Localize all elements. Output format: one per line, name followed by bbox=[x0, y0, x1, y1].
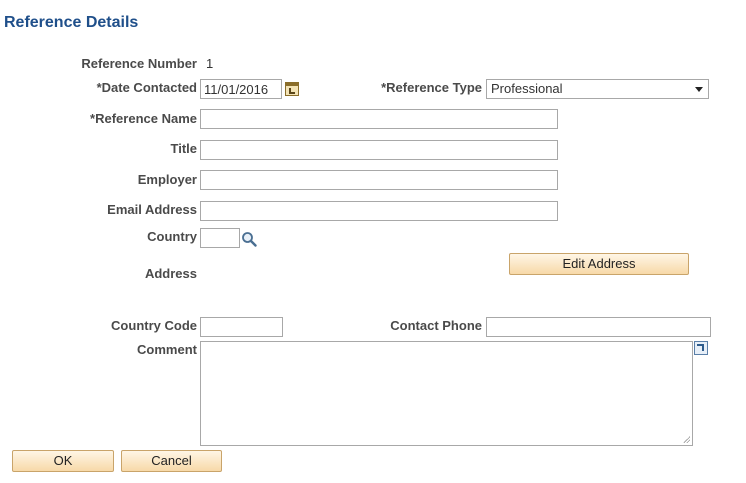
contact-phone-input[interactable] bbox=[486, 317, 711, 337]
country-code-input[interactable] bbox=[200, 317, 283, 337]
country-label: Country bbox=[147, 229, 197, 244]
country-input[interactable] bbox=[200, 228, 240, 248]
chevron-down-icon bbox=[695, 87, 703, 92]
reference-name-label: *Reference Name bbox=[90, 111, 197, 126]
reference-type-label: *Reference Type bbox=[381, 80, 482, 95]
cancel-button[interactable]: Cancel bbox=[121, 450, 222, 472]
employer-input[interactable] bbox=[200, 170, 558, 190]
address-label: Address bbox=[144, 266, 197, 281]
employer-label: Employer bbox=[137, 172, 197, 187]
date-contacted-input[interactable] bbox=[200, 79, 282, 99]
title-label: Title bbox=[170, 141, 198, 156]
resize-grip-icon[interactable] bbox=[683, 436, 690, 443]
comment-label: Comment bbox=[137, 342, 197, 357]
page-title: Reference Details bbox=[4, 14, 139, 31]
reference-type-selected: Professional bbox=[491, 81, 563, 96]
email-address-label: Email Address bbox=[107, 202, 197, 217]
comment-textarea[interactable] bbox=[200, 341, 693, 446]
ok-button[interactable]: OK bbox=[12, 450, 114, 472]
contact-phone-label: Contact Phone bbox=[390, 318, 482, 333]
country-code-label: Country Code bbox=[111, 318, 197, 333]
search-icon[interactable] bbox=[241, 231, 257, 247]
email-address-input[interactable] bbox=[200, 201, 558, 221]
edit-address-button[interactable]: Edit Address bbox=[509, 253, 689, 275]
expand-icon[interactable] bbox=[694, 341, 708, 355]
reference-number-value: 1 bbox=[206, 56, 214, 71]
date-contacted-label: *Date Contacted bbox=[96, 80, 197, 95]
title-input[interactable] bbox=[200, 140, 558, 160]
reference-name-input[interactable] bbox=[200, 109, 558, 129]
reference-number-label: Reference Number bbox=[81, 56, 197, 71]
reference-type-select[interactable]: Professional bbox=[486, 79, 709, 99]
